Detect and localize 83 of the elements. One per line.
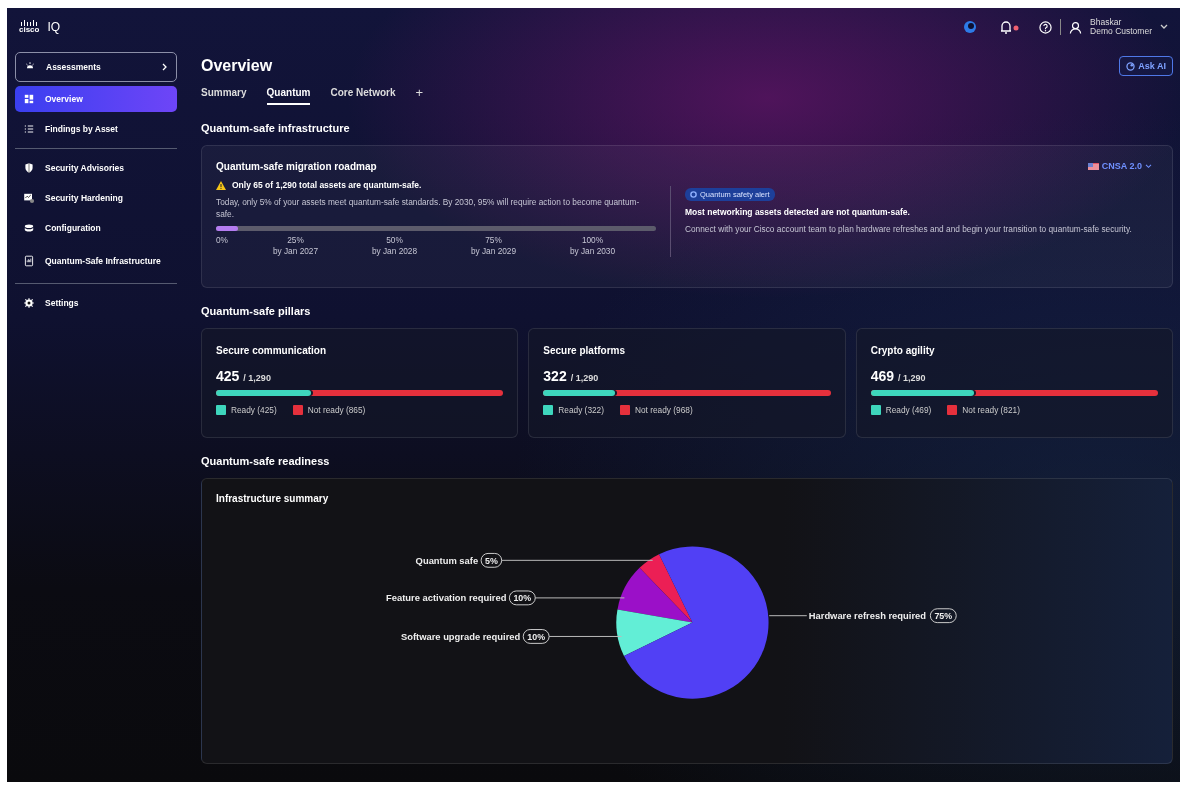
milestone-date: by Jan 2027	[271, 246, 320, 257]
sidebar-item[interactable]: Quantum-Safe Infrastructure	[15, 245, 177, 277]
alert-title: Most networking assets detected are not quantum-safe.	[685, 207, 911, 217]
value-label: 10%	[508, 590, 536, 606]
milestone-date: by Jan 2028	[370, 246, 419, 257]
description-text: Today, only 5% of your assets meet quantum-safe standards. By 2030, 95% will require action to become quantum-safe.	[216, 196, 641, 220]
milestone-percent: 0%	[216, 235, 229, 246]
alert-icon	[690, 191, 697, 198]
ready-count: 322	[543, 368, 567, 384]
chevron-right-icon	[162, 63, 168, 71]
category-label: Feature activation required	[386, 592, 507, 604]
section-heading: Quantum-safe readiness	[201, 454, 331, 469]
ready-count: 469	[870, 368, 894, 384]
tab[interactable]: Quantum	[266, 84, 311, 105]
legend-label: Not ready (968)	[635, 405, 693, 415]
product-name: IQ	[47, 20, 61, 34]
milestone-percent: 25%	[286, 235, 305, 246]
milestone-date: by Jan 2030	[568, 246, 617, 257]
sidebar-item[interactable]: Security Advisories	[15, 155, 177, 181]
user-icon[interactable]	[1069, 20, 1083, 34]
help-icon[interactable]	[1039, 20, 1053, 34]
category-label: Software upgrade required	[400, 630, 521, 642]
add-tab-button[interactable]: +	[415, 85, 424, 104]
list-icon	[23, 123, 35, 135]
assistant-icon[interactable]	[963, 20, 978, 34]
legend-label: Ready (469)	[885, 405, 932, 415]
milestone-percent: 75%	[484, 235, 503, 246]
section-heading: Quantum-safe infrastructure	[201, 121, 351, 136]
sidebar-item[interactable]: Findings by Asset	[15, 116, 177, 142]
user-name: Bhaskar	[1090, 18, 1123, 27]
standard-dropdown[interactable]: CNSA 2.0	[1081, 160, 1158, 172]
logo-icon	[21, 20, 38, 26]
sidebar-item[interactable]: Assessments	[15, 52, 177, 82]
total-count: / 1,290	[898, 373, 926, 383]
user-organization: Demo Customer	[1090, 27, 1152, 36]
logo-wordmark: cisco	[19, 26, 40, 34]
sidebar-item[interactable]: Security Hardening	[15, 185, 177, 211]
data-label: 75%	[934, 611, 953, 622]
warning-icon	[216, 180, 226, 190]
total-count: / 1,290	[570, 373, 599, 383]
data-label: 5%	[484, 555, 498, 566]
card-title: Infrastructure summary	[216, 493, 330, 504]
database-icon	[23, 222, 35, 234]
category-label: Quantum safe	[415, 554, 479, 566]
value-label: 5%	[480, 552, 503, 568]
value-label: 10%	[522, 629, 550, 644]
chevron-down-icon	[1145, 163, 1152, 169]
tab[interactable]: Summary	[201, 84, 247, 105]
card-title: Crypto agility	[870, 345, 936, 356]
chart-icon	[23, 192, 35, 204]
data-label: 10%	[513, 593, 532, 604]
data-label: 10%	[527, 631, 546, 642]
flag-icon	[1087, 162, 1099, 170]
leader-line	[768, 615, 808, 617]
legend-label: Ready (425)	[231, 405, 277, 415]
sidebar-item[interactable]: Overview	[15, 86, 177, 112]
ready-count: 425	[216, 368, 240, 384]
legend-label: Not ready (865)	[307, 405, 366, 415]
ask-ai-button[interactable]: Ask AI	[1119, 56, 1173, 76]
chevron-down-icon[interactable]	[1160, 24, 1168, 30]
legend-label: Not ready (821)	[962, 405, 1020, 415]
sidebar-item[interactable]: Configuration	[15, 215, 177, 241]
total-count: / 1,290	[243, 373, 271, 383]
assistant-icon	[1126, 61, 1136, 71]
category-label: Hardware refresh required	[808, 610, 926, 622]
card-title: Quantum-safe migration roadmap	[216, 160, 377, 172]
shield-icon	[23, 162, 35, 174]
sidebar-item[interactable]: Settings	[15, 290, 177, 316]
warning-text: Only 65 of 1,290 total assets are quantum-safe.	[232, 180, 422, 190]
value-label: 75%	[929, 608, 957, 624]
section-heading: Quantum-safe pillars	[201, 304, 312, 319]
legend-label: Ready (322)	[558, 405, 604, 415]
grid-icon	[23, 93, 35, 105]
card-title: Secure communication	[216, 345, 328, 356]
page-title: Overview	[201, 57, 273, 75]
milestone-percent: 100%	[580, 235, 605, 246]
alert-text: Connect with your Cisco account team to plan hardware refreshes and and begin your transition to quantum-safe security.	[685, 223, 1133, 235]
chart-icon	[23, 255, 35, 267]
milestone-percent: 50%	[385, 235, 404, 246]
card-title: Secure platforms	[543, 345, 627, 356]
tab[interactable]: Core Network	[330, 84, 396, 105]
milestone-date: by Jan 2029	[469, 246, 518, 257]
gear-icon	[23, 297, 35, 309]
